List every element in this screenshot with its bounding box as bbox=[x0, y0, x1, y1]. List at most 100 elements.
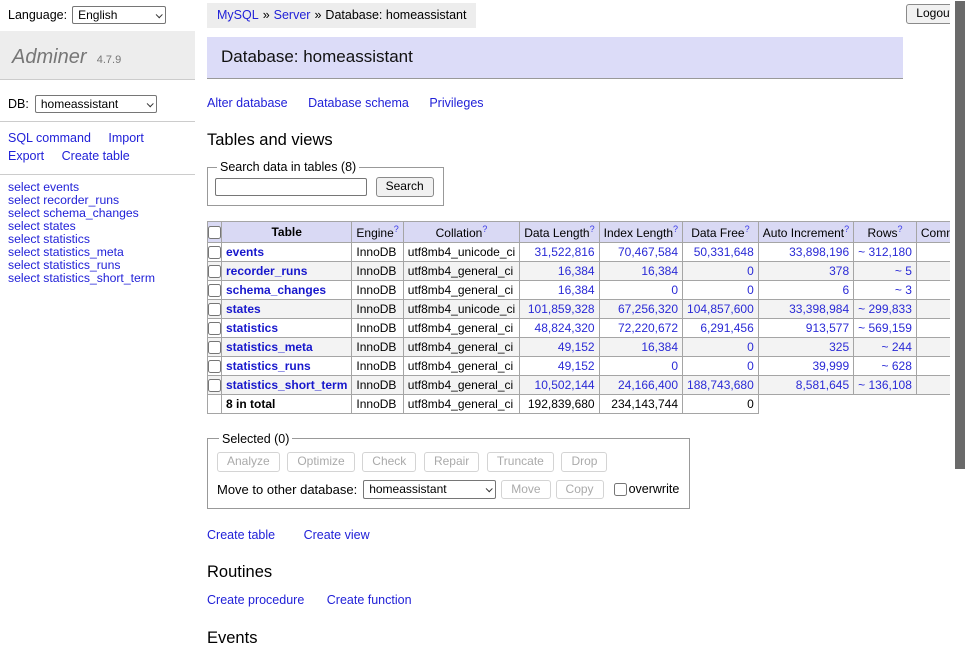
auto-increment-link[interactable]: 325 bbox=[829, 340, 849, 354]
sidebar-select-table-link[interactable]: select statistics bbox=[8, 232, 90, 246]
table-name-link[interactable]: states bbox=[226, 302, 261, 316]
row-checkbox[interactable] bbox=[208, 246, 221, 259]
overwrite-checkbox[interactable] bbox=[614, 483, 627, 496]
selected-action-button[interactable]: Repair bbox=[424, 452, 479, 472]
data-length-link[interactable]: 16,384 bbox=[558, 264, 595, 278]
breadcrumb-link-mysql[interactable]: MySQL bbox=[217, 8, 259, 22]
row-checkbox[interactable] bbox=[208, 303, 221, 316]
index-length-link[interactable]: 70,467,584 bbox=[618, 245, 678, 259]
data-length-link[interactable]: 49,152 bbox=[558, 359, 595, 373]
selected-action-button[interactable]: Check bbox=[362, 452, 416, 472]
data-free-link[interactable]: 6,291,456 bbox=[700, 321, 753, 335]
routine-create-link[interactable]: Create function bbox=[327, 593, 412, 607]
auto-increment-link[interactable]: 913,577 bbox=[806, 321, 849, 335]
sidebar-menu-link[interactable]: SQL command bbox=[8, 131, 91, 145]
selected-action-button[interactable]: Analyze bbox=[217, 452, 280, 472]
help-link[interactable]: ? bbox=[673, 224, 678, 234]
data-free-link[interactable]: 50,331,648 bbox=[694, 245, 754, 259]
rows-count-link[interactable]: ~ 628 bbox=[882, 359, 912, 373]
db-select[interactable]: homeassistant bbox=[35, 95, 157, 113]
row-checkbox[interactable] bbox=[208, 360, 221, 373]
index-length-link[interactable]: 0 bbox=[671, 359, 678, 373]
auto-increment-link[interactable]: 378 bbox=[829, 264, 849, 278]
data-length-link[interactable]: 31,522,816 bbox=[535, 245, 595, 259]
select-all-checkbox[interactable] bbox=[208, 226, 221, 239]
index-length-link[interactable]: 16,384 bbox=[641, 264, 678, 278]
data-free-link[interactable]: 0 bbox=[747, 340, 754, 354]
rows-count-link[interactable]: ~ 136,108 bbox=[858, 378, 912, 392]
sidebar-menu-link[interactable]: Create table bbox=[62, 149, 130, 163]
row-checkbox[interactable] bbox=[208, 322, 221, 335]
search-input[interactable] bbox=[215, 178, 367, 196]
breadcrumb-link-server[interactable]: Server bbox=[274, 8, 311, 22]
row-checkbox[interactable] bbox=[208, 341, 221, 354]
data-free-link[interactable]: 0 bbox=[747, 359, 754, 373]
table-name-link[interactable]: events bbox=[226, 245, 264, 259]
db-action-link[interactable]: Database schema bbox=[308, 96, 409, 110]
index-length-link[interactable]: 67,256,320 bbox=[618, 302, 678, 316]
create-link[interactable]: Create table bbox=[207, 528, 275, 542]
table-name-link[interactable]: statistics_short_term bbox=[226, 378, 347, 392]
data-length-link[interactable]: 16,384 bbox=[558, 283, 595, 297]
row-checkbox[interactable] bbox=[208, 379, 221, 392]
data-length-link[interactable]: 101,859,328 bbox=[528, 302, 595, 316]
row-checkbox[interactable] bbox=[208, 265, 221, 278]
auto-increment-link[interactable]: 33,898,196 bbox=[789, 245, 849, 259]
move-database-select[interactable]: homeassistant bbox=[363, 480, 496, 499]
help-link[interactable]: ? bbox=[590, 224, 595, 234]
data-length-link[interactable]: 48,824,320 bbox=[535, 321, 595, 335]
db-action-link[interactable]: Privileges bbox=[429, 96, 483, 110]
data-length-link[interactable]: 10,502,144 bbox=[535, 378, 595, 392]
index-length-link[interactable]: 72,220,672 bbox=[618, 321, 678, 335]
selected-action-button[interactable]: Optimize bbox=[287, 452, 354, 472]
data-free-link[interactable]: 0 bbox=[747, 283, 754, 297]
table-name-link[interactable]: statistics_meta bbox=[226, 340, 313, 354]
move-copy-button[interactable]: Move bbox=[501, 480, 550, 500]
data-free-link[interactable]: 0 bbox=[747, 264, 754, 278]
sidebar-select-table-link[interactable]: select events bbox=[8, 180, 79, 194]
table-name-link[interactable]: schema_changes bbox=[226, 283, 326, 297]
search-button[interactable]: Search bbox=[376, 177, 434, 197]
row-checkbox[interactable] bbox=[208, 284, 221, 297]
scrollbar-thumb[interactable] bbox=[955, 1, 965, 469]
auto-increment-link[interactable]: 39,999 bbox=[812, 359, 849, 373]
db-action-link[interactable]: Alter database bbox=[207, 96, 288, 110]
data-free-link[interactable]: 104,857,600 bbox=[687, 302, 754, 316]
routine-create-link[interactable]: Create procedure bbox=[207, 593, 304, 607]
sidebar-menu-link[interactable]: Import bbox=[108, 131, 143, 145]
selected-action-button[interactable]: Drop bbox=[561, 452, 607, 472]
sidebar-select-table-link[interactable]: select states bbox=[8, 219, 76, 233]
table-name-link[interactable]: statistics bbox=[226, 321, 278, 335]
data-free-link[interactable]: 188,743,680 bbox=[687, 378, 754, 392]
help-link[interactable]: ? bbox=[745, 224, 750, 234]
move-copy-button[interactable]: Copy bbox=[556, 480, 604, 500]
language-select[interactable]: English bbox=[72, 6, 166, 24]
help-link[interactable]: ? bbox=[844, 224, 849, 234]
rows-count-link[interactable]: ~ 312,180 bbox=[858, 245, 912, 259]
selected-action-button[interactable]: Truncate bbox=[487, 452, 554, 472]
data-length-link[interactable]: 49,152 bbox=[558, 340, 595, 354]
sidebar-select-table-link[interactable]: select statistics_meta bbox=[8, 245, 124, 259]
table-name-link[interactable]: recorder_runs bbox=[226, 264, 307, 278]
index-length-link[interactable]: 0 bbox=[671, 283, 678, 297]
sidebar-select-table-link[interactable]: select schema_changes bbox=[8, 206, 139, 220]
table-name-link[interactable]: statistics_runs bbox=[226, 359, 311, 373]
vertical-scrollbar[interactable] bbox=[950, 0, 966, 543]
sidebar-select-table-link[interactable]: select recorder_runs bbox=[8, 193, 119, 207]
auto-increment-link[interactable]: 33,398,984 bbox=[789, 302, 849, 316]
auto-increment-link[interactable]: 6 bbox=[842, 283, 849, 297]
sidebar-select-table-link[interactable]: select statistics_short_term bbox=[8, 271, 155, 285]
help-link[interactable]: ? bbox=[898, 224, 903, 234]
sidebar-menu-link[interactable]: Export bbox=[8, 149, 44, 163]
rows-count-link[interactable]: ~ 244 bbox=[882, 340, 912, 354]
auto-increment-link[interactable]: 8,581,645 bbox=[796, 378, 849, 392]
rows-count-link[interactable]: ~ 5 bbox=[895, 264, 912, 278]
rows-count-link[interactable]: ~ 3 bbox=[895, 283, 912, 297]
rows-count-link[interactable]: ~ 569,159 bbox=[858, 321, 912, 335]
rows-count-link[interactable]: ~ 299,833 bbox=[858, 302, 912, 316]
create-link[interactable]: Create view bbox=[304, 528, 370, 542]
help-link[interactable]: ? bbox=[394, 224, 399, 234]
help-link[interactable]: ? bbox=[482, 224, 487, 234]
sidebar-select-table-link[interactable]: select statistics_runs bbox=[8, 258, 120, 272]
index-length-link[interactable]: 16,384 bbox=[641, 340, 678, 354]
